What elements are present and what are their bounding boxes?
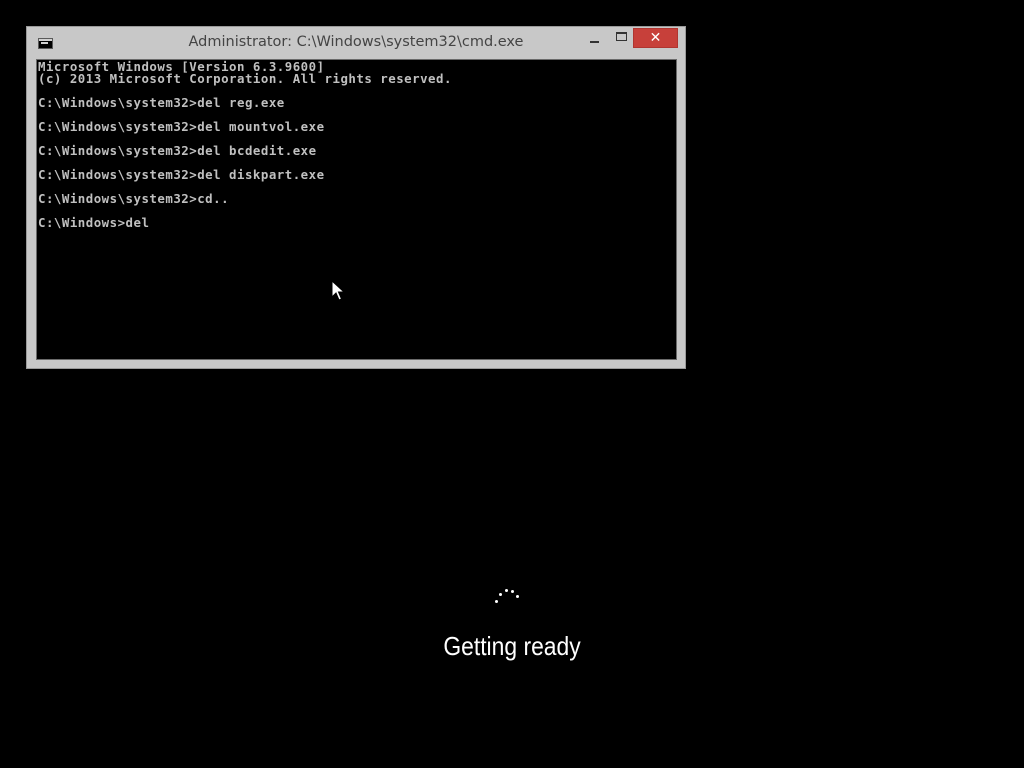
console-line: C:\Windows\system32>del mountvol.exe	[38, 119, 325, 134]
title-bar[interactable]: Administrator: C:\Windows\system32\cmd.e…	[27, 27, 685, 59]
minimize-button[interactable]	[582, 29, 608, 49]
close-icon: ✕	[649, 30, 662, 46]
console-line: C:\Windows\system32>cd..	[38, 191, 230, 206]
cmd-window[interactable]: Administrator: C:\Windows\system32\cmd.e…	[26, 26, 686, 369]
desktop-screen: Administrator: C:\Windows\system32\cmd.e…	[0, 0, 1024, 768]
console-line: C:\Windows\system32>del diskpart.exe	[38, 167, 325, 182]
minimize-icon	[590, 41, 599, 43]
loading-spinner-icon	[492, 584, 522, 606]
window-title-label: Administrator: C:\Windows\system32\cmd.e…	[188, 34, 524, 50]
maximize-icon	[616, 32, 627, 41]
mouse-pointer-icon	[331, 280, 345, 301]
console-line: C:\Windows\system32>del bcdedit.exe	[38, 143, 317, 158]
close-button[interactable]: ✕	[633, 28, 678, 48]
console-line: (c) 2013 Microsoft Corporation. All righ…	[38, 71, 452, 86]
console-output[interactable]: Microsoft Windows [Version 6.3.9600] (c)…	[36, 59, 677, 360]
console-prompt-line[interactable]: C:\Windows>del	[38, 216, 676, 229]
console-line: C:\Windows\system32>del reg.exe	[38, 95, 285, 110]
status-text: Getting ready	[443, 631, 581, 661]
maximize-button[interactable]	[609, 29, 635, 49]
console-text-area[interactable]: Microsoft Windows [Version 6.3.9600] (c)…	[36, 59, 677, 360]
